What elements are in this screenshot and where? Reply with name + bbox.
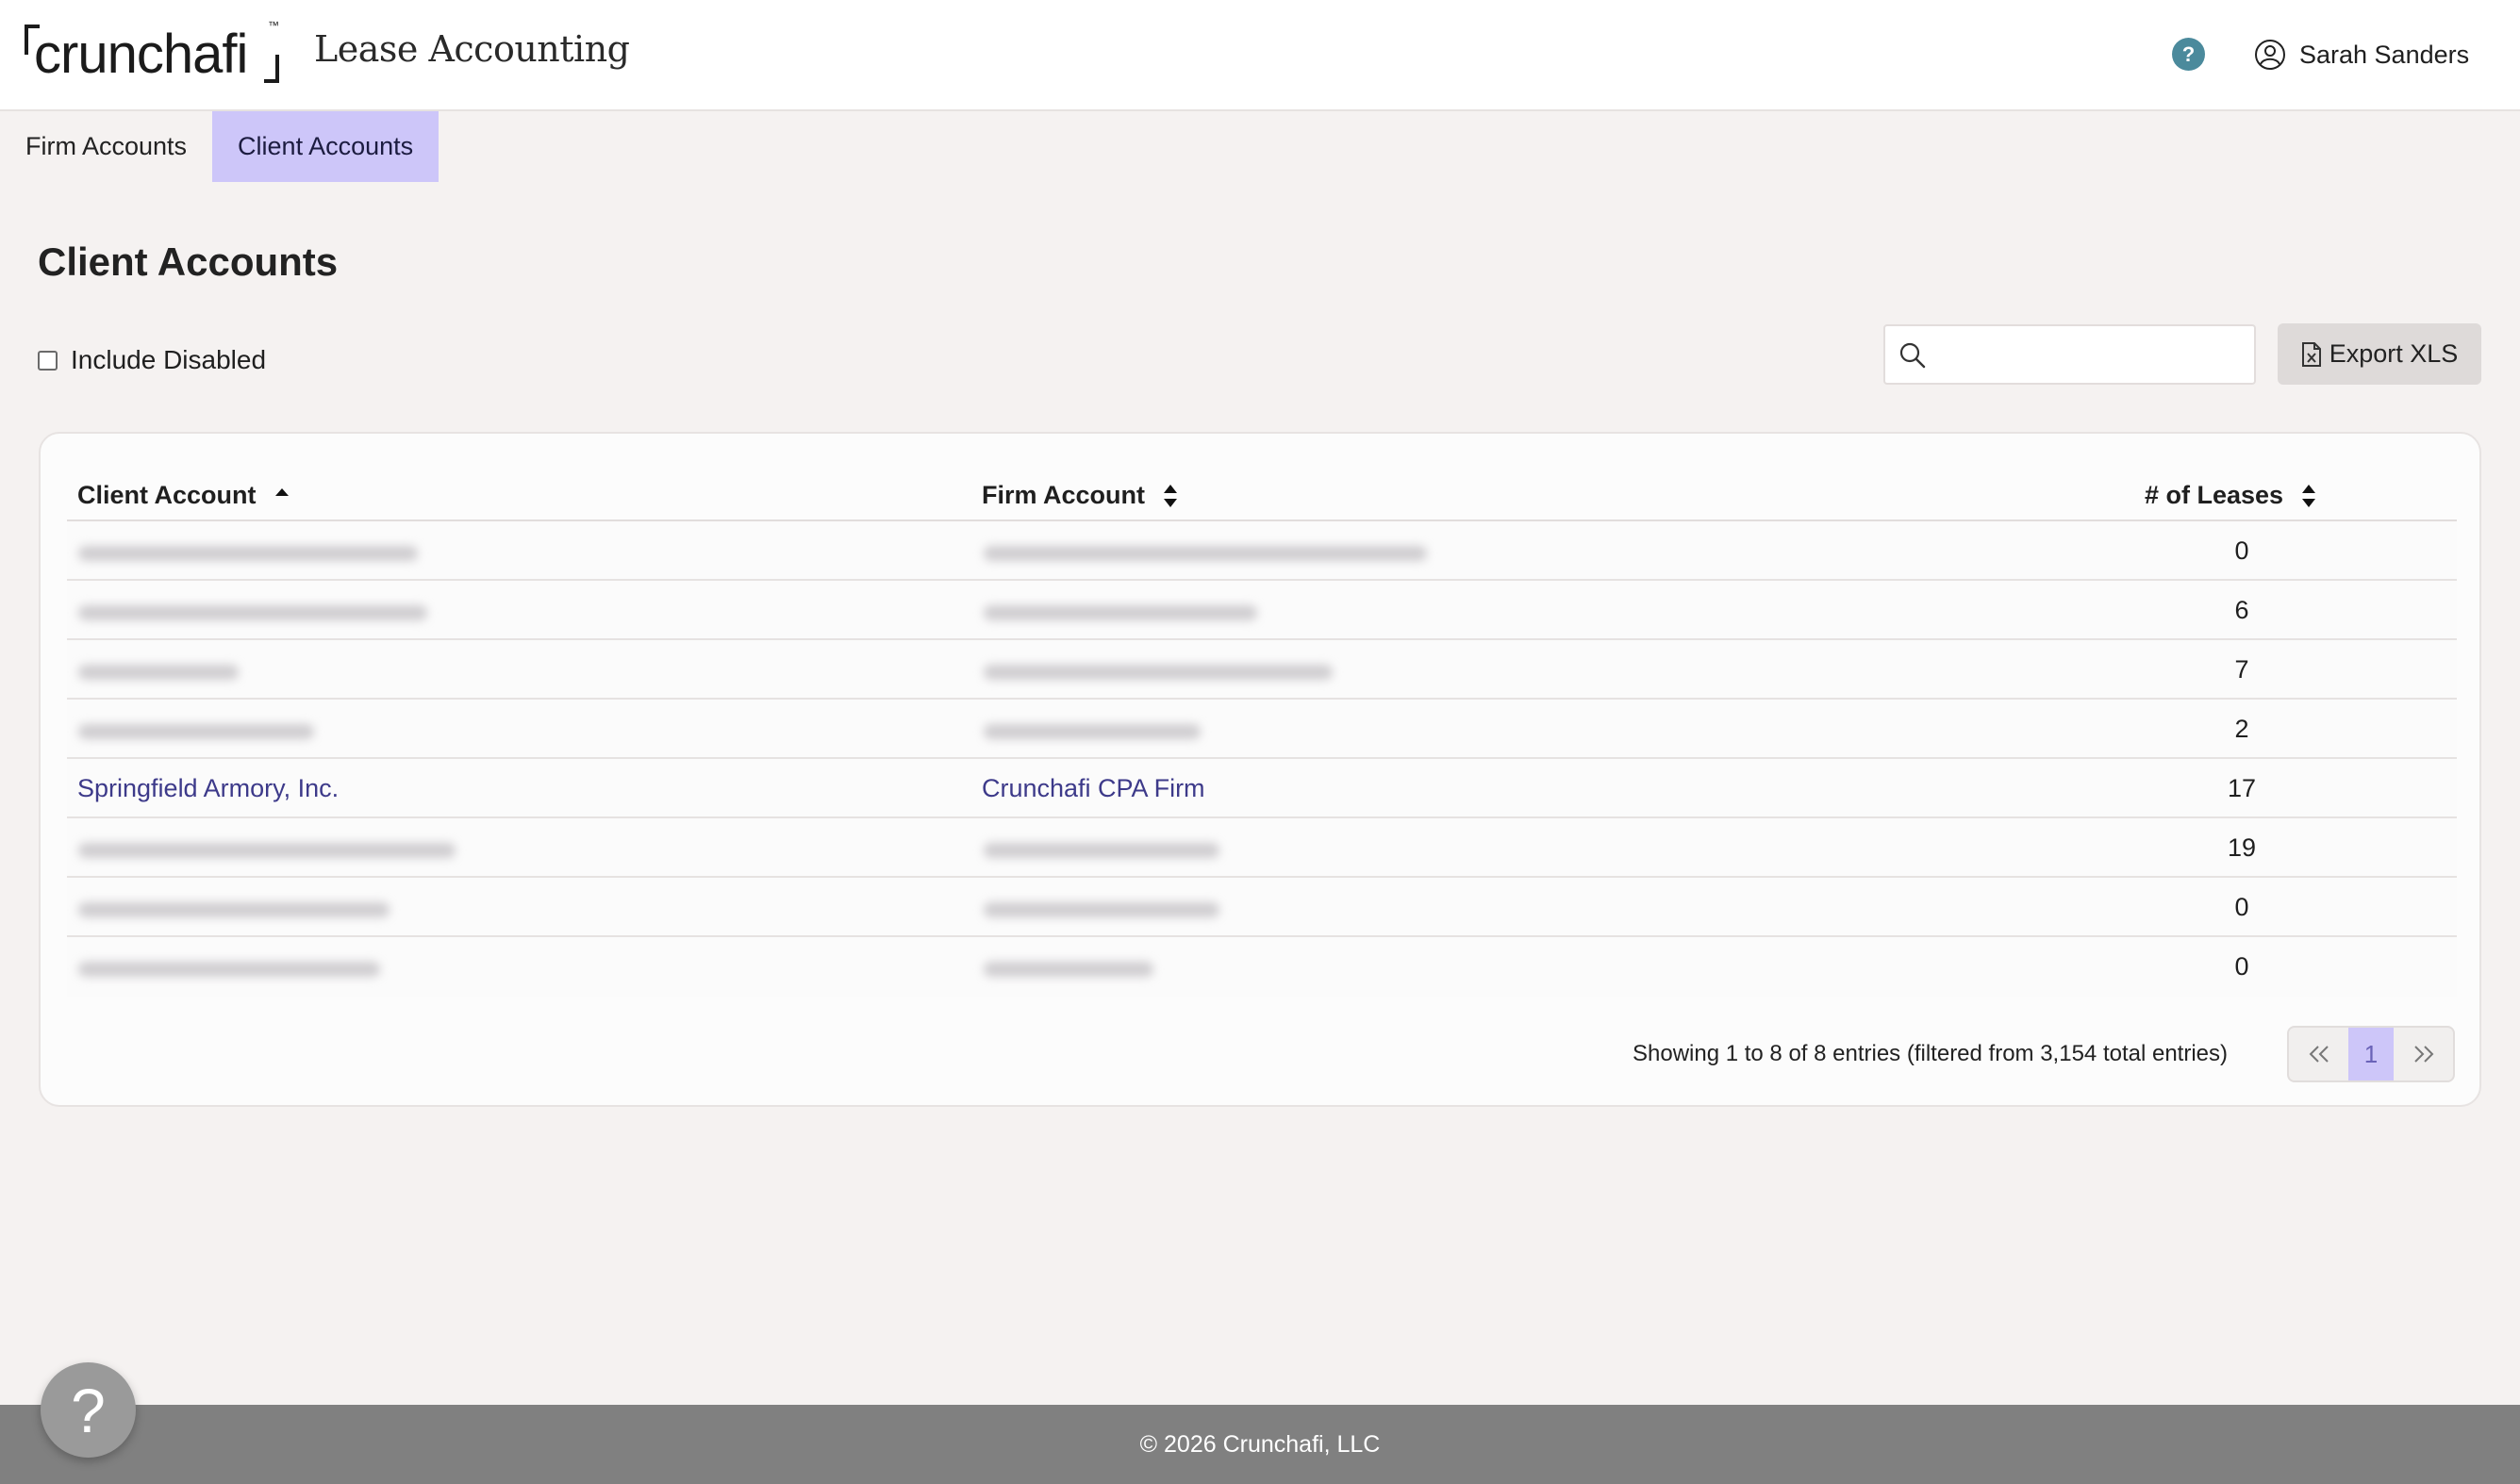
previous-page-button[interactable] — [2289, 1028, 2348, 1080]
tab-firm-accounts[interactable]: Firm Accounts — [0, 111, 212, 182]
crunchafi-logo[interactable]: crunchafi ™ — [25, 19, 279, 87]
redacted-firm-name[interactable] — [984, 962, 1153, 977]
client-accounts-table: Client Account Firm Account # of Leases — [67, 462, 2457, 997]
table-info: Showing 1 to 8 of 8 entries (filtered fr… — [1633, 1041, 2228, 1066]
double-chevron-right-icon — [2413, 1046, 2433, 1063]
lease-count: 0 — [2234, 952, 2249, 981]
redacted-firm-name[interactable] — [984, 605, 1257, 620]
table-row[interactable]: 0 — [67, 937, 2457, 997]
next-page-button[interactable] — [2394, 1028, 2453, 1080]
table-row[interactable]: 19 — [67, 818, 2457, 878]
redacted-client-name[interactable] — [78, 665, 239, 680]
logo-trademark: ™ — [268, 19, 279, 32]
redacted-client-name[interactable] — [78, 546, 418, 561]
lease-count: 0 — [2234, 536, 2249, 565]
client-account-link[interactable]: Springfield Armory, Inc. — [77, 774, 339, 803]
help-icon[interactable]: ? — [2172, 38, 2205, 71]
user-icon — [2255, 40, 2285, 70]
redacted-firm-name[interactable] — [984, 902, 1219, 917]
include-disabled-label: Include Disabled — [71, 345, 267, 374]
search-input[interactable] — [1942, 336, 2244, 373]
search-box[interactable] — [1883, 324, 2256, 385]
redacted-firm-name[interactable] — [984, 546, 1427, 561]
floating-help-button[interactable]: ? — [41, 1362, 136, 1458]
lease-count: 7 — [2234, 655, 2249, 684]
footer-bar: © 2026 Crunchafi, LLC — [0, 1405, 2520, 1484]
table-row[interactable]: 0 — [67, 521, 2457, 581]
table-row[interactable]: 6 — [67, 581, 2457, 640]
table-row[interactable]: 2 — [67, 700, 2457, 759]
excel-file-icon — [2301, 341, 2321, 367]
page-title: Client Accounts — [38, 239, 339, 284]
table-row[interactable]: Springfield Armory, Inc. Crunchafi CPA F… — [67, 759, 2457, 818]
redacted-client-name[interactable] — [78, 724, 314, 739]
lease-count: 6 — [2234, 596, 2249, 624]
export-xls-button[interactable]: Export XLS — [2278, 323, 2481, 385]
redacted-firm-name[interactable] — [984, 724, 1201, 739]
question-mark-icon: ? — [71, 1375, 106, 1445]
firm-account-header-label: Firm Account — [982, 481, 1146, 509]
redacted-client-name[interactable] — [78, 605, 427, 620]
user-name: Sarah Sanders — [2299, 40, 2470, 69]
product-name: Lease Accounting — [314, 28, 630, 70]
redacted-firm-name[interactable] — [984, 843, 1219, 858]
pagination: 1 — [2287, 1026, 2455, 1082]
leases-header-label: # of Leases — [2145, 481, 2284, 509]
table-row[interactable]: 0 — [67, 878, 2457, 937]
column-header-client-account[interactable]: Client Account — [77, 481, 290, 510]
tab-client-accounts[interactable]: Client Accounts — [212, 111, 439, 182]
user-menu[interactable]: Sarah Sanders — [2254, 36, 2469, 74]
logo-text: crunchafi — [34, 24, 248, 85]
redacted-client-name[interactable] — [78, 962, 380, 977]
sort-both-icon — [1164, 484, 1178, 507]
redacted-client-name[interactable] — [78, 902, 390, 917]
client-accounts-card: Client Account Firm Account # of Leases — [39, 432, 2481, 1107]
export-xls-label: Export XLS — [2329, 339, 2459, 368]
page-button-current[interactable]: 1 — [2348, 1028, 2394, 1080]
redacted-firm-name[interactable] — [984, 665, 1333, 680]
redacted-client-name[interactable] — [78, 843, 456, 858]
column-header-firm-account[interactable]: Firm Account — [982, 481, 1179, 510]
column-header-leases[interactable]: # of Leases — [2145, 481, 2317, 510]
copyright-text: © 2026 Crunchafi, LLC — [1139, 1431, 1381, 1458]
lease-count: 0 — [2234, 893, 2249, 921]
account-tabs: Firm Accounts Client Accounts — [0, 111, 439, 182]
client-account-header-label: Client Account — [77, 481, 257, 509]
table-header: Client Account Firm Account # of Leases — [67, 462, 2457, 521]
include-disabled-checkbox[interactable] — [38, 350, 58, 371]
search-icon — [1899, 342, 1926, 369]
lease-count: 2 — [2234, 715, 2249, 743]
firm-account-link[interactable]: Crunchafi CPA Firm — [982, 774, 1205, 803]
lease-count: 19 — [2227, 833, 2257, 862]
lease-count: 17 — [2227, 774, 2257, 802]
sort-ascending-icon — [274, 487, 289, 496]
logo-bracket-right — [264, 55, 279, 83]
table-row[interactable]: 7 — [67, 640, 2457, 700]
include-disabled-toggle[interactable]: Include Disabled — [38, 345, 266, 375]
sort-both-icon — [2302, 484, 2316, 507]
top-header: crunchafi ™ Lease Accounting ? Sarah San… — [0, 0, 2520, 111]
double-chevron-left-icon — [2309, 1046, 2329, 1063]
